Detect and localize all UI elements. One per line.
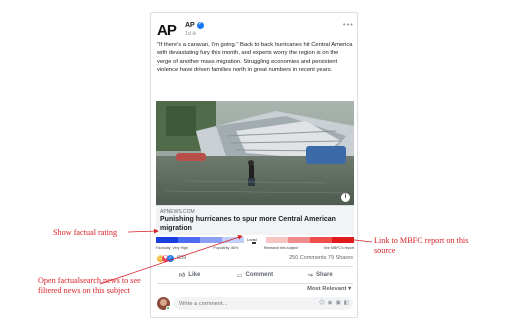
post-image[interactable]: i (156, 101, 354, 205)
ap-logo[interactable]: AP (157, 21, 177, 41)
online-status-icon (166, 306, 170, 310)
annotation-factualsearch: Open factualsearch.news to see filtered … (38, 276, 141, 295)
divider (157, 266, 353, 267)
link-title[interactable]: Punishing hurricanes to spur more Centra… (160, 216, 350, 233)
annotation-show-rating: Show factual rating (53, 228, 118, 237)
sort-label: Most Relevant (307, 286, 347, 292)
comment-sort-dropdown[interactable]: Most Relevant ▾ (307, 286, 351, 292)
bias-segment (178, 237, 200, 243)
facebook-post-card: AP AP 1d ⊕ ••• "If there's a caravan, I'… (150, 12, 358, 318)
bias-segment (200, 237, 222, 243)
post-timestamp[interactable]: 1d (185, 31, 191, 37)
post-header: AP AP 1d ⊕ ••• (157, 20, 353, 43)
factual-rating-bar: Least Factually: Very High Popularity: 8… (156, 237, 354, 252)
comment-composer: ☺ ◉ ▣ ◧ (157, 297, 353, 313)
mbfc-report-link[interactable]: See MBFC's report (324, 246, 354, 250)
bias-segment (288, 237, 310, 243)
emoji-icon[interactable]: ☺ (319, 300, 325, 306)
rating-details: Factually: Very High Popularity: 88% Res… (156, 244, 354, 252)
verified-badge-icon (197, 20, 204, 29)
bias-segment (332, 237, 354, 243)
more-options-icon[interactable]: ••• (342, 21, 353, 29)
link-preview[interactable]: APNEWS.COM Punishing hurricanes to spur … (156, 205, 354, 235)
comment-tools: ☺ ◉ ▣ ◧ (319, 300, 349, 306)
share-count[interactable]: 79 Shares (328, 255, 353, 261)
comment-label: Comment (245, 272, 274, 278)
page-name[interactable]: AP (185, 22, 195, 29)
post-actions: 👍︎ Like ▭ Comment ↪ Share (157, 268, 353, 282)
reaction-count[interactable]: 609 (177, 255, 186, 261)
share-icon: ↪ (307, 271, 313, 279)
research-subject-link[interactable]: Research this subject (264, 246, 298, 250)
chevron-down-icon: ▾ (348, 286, 351, 292)
divider (157, 283, 353, 284)
like-button[interactable]: 👍︎ Like (157, 268, 222, 282)
bias-segment (156, 237, 178, 243)
comment-icon: ▭ (236, 271, 243, 279)
flood-scene-image (156, 101, 354, 205)
info-icon[interactable]: i (341, 193, 350, 202)
bias-segment (310, 237, 332, 243)
share-button[interactable]: ↪ Share (288, 268, 353, 282)
bias-segment (266, 237, 288, 243)
thumbs-up-icon: 👍︎ (179, 272, 186, 279)
globe-icon: ⊕ (192, 31, 197, 37)
link-domain: APNEWS.COM (160, 209, 195, 215)
comment-share-stats: 250 Comments 79 Shares (289, 255, 353, 261)
reactions-summary: ☺ ♥ ✓ 609 250 Comments 79 Shares (157, 254, 353, 264)
comment-count[interactable]: 250 Comments (289, 255, 326, 261)
like-label: Like (188, 272, 201, 278)
popularity-rating: Popularity: 88% (213, 246, 239, 250)
share-label: Share (315, 272, 333, 278)
sticker-icon[interactable]: ◧ (344, 300, 349, 306)
factual-rating: Factually: Very High (156, 246, 188, 250)
annotation-mbfc-link: Link to MBFC report on this source (374, 236, 469, 255)
comment-button[interactable]: ▭ Comment (222, 268, 287, 282)
post-text: "If there's a caravan, I'm going." Back … (157, 42, 353, 74)
camera-icon[interactable]: ◉ (328, 300, 333, 306)
bias-segment (222, 237, 244, 243)
like-reaction-icon[interactable]: ✓ (167, 255, 174, 262)
gif-icon[interactable]: ▣ (336, 300, 341, 306)
